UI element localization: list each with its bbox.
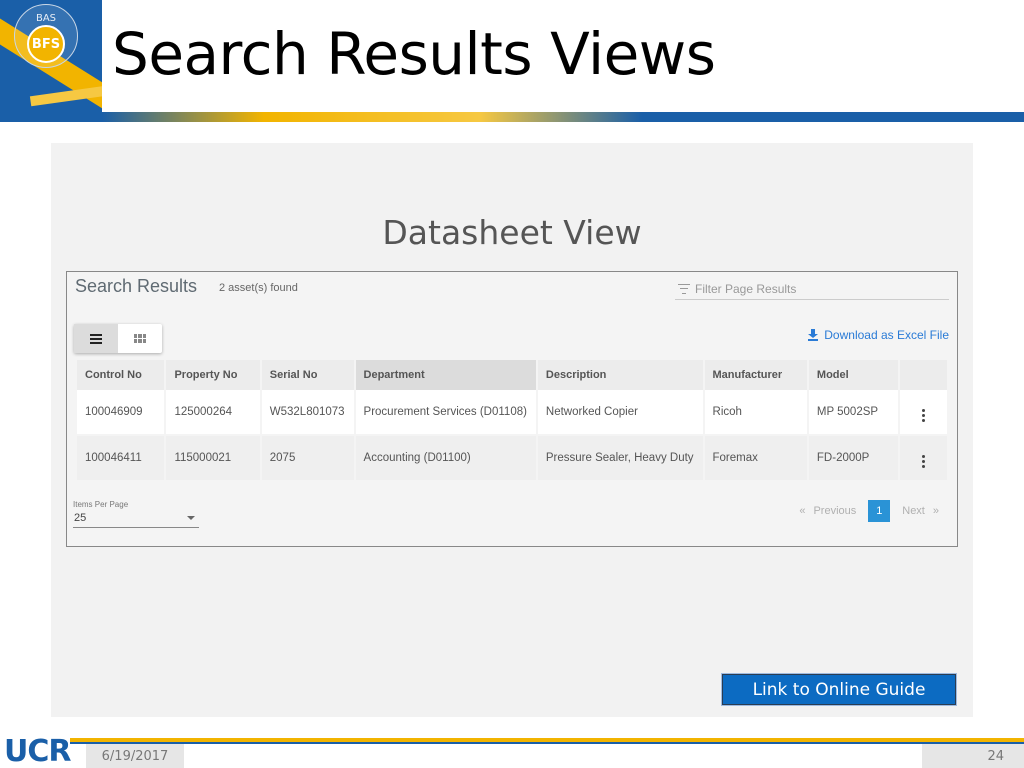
row-actions-cell — [899, 436, 947, 482]
column-header-department[interactable]: Department — [355, 360, 536, 390]
cell-property-no: 125000264 — [166, 390, 260, 436]
items-per-page-select[interactable]: 25 — [73, 512, 199, 528]
table-row[interactable]: 100046411 115000021 2075 Accounting (D01… — [77, 436, 947, 482]
column-header-control-no[interactable]: Control No — [77, 360, 165, 390]
more-options-icon[interactable] — [921, 408, 925, 422]
filter-input[interactable] — [695, 281, 935, 296]
search-results-screenshot: Search Results 2 asset(s) found Download… — [66, 271, 958, 547]
previous-page-button[interactable]: Previous — [813, 505, 856, 517]
items-per-page-label: Items Per Page — [73, 500, 129, 509]
footer-spacer — [184, 744, 922, 768]
datasheet-view-heading: Datasheet View — [382, 213, 642, 252]
download-excel-label: Download as Excel File — [824, 328, 949, 342]
logo-bas-text: BAS — [35, 13, 57, 24]
grid-view-button[interactable] — [118, 324, 162, 353]
filter-field[interactable] — [675, 278, 949, 300]
cell-control-no: 100046909 — [77, 390, 165, 436]
header-bar-accent — [102, 112, 642, 122]
download-excel-link[interactable]: Download as Excel File — [808, 328, 949, 342]
column-header-property-no[interactable]: Property No — [166, 360, 260, 390]
grid-icon — [134, 334, 146, 343]
ucr-logo: UCR — [4, 734, 71, 768]
logo-bfs-badge: BFS — [27, 25, 65, 63]
cell-serial-no: W532L801073 — [261, 390, 354, 436]
pagination: « Previous 1 Next » — [795, 500, 943, 522]
results-table: Control No Property No Serial No Departm… — [75, 360, 949, 482]
list-icon — [90, 333, 102, 344]
cell-serial-no: 2075 — [261, 436, 354, 482]
slide-number: 24 — [922, 744, 1024, 768]
cell-manufacturer: Ricoh — [704, 390, 807, 436]
logo-ring: BAS BFS — [14, 4, 78, 68]
cell-model: FD-2000P — [808, 436, 898, 482]
last-page-button[interactable]: » — [933, 505, 939, 517]
column-header-description[interactable]: Description — [537, 360, 703, 390]
bfs-logo: BAS BFS — [0, 0, 102, 112]
more-options-icon[interactable] — [921, 454, 925, 468]
cell-department: Accounting (D01100) — [355, 436, 536, 482]
first-page-button[interactable]: « — [799, 505, 805, 517]
row-actions-cell — [899, 390, 947, 436]
cell-description: Networked Copier — [537, 390, 703, 436]
online-guide-link[interactable]: Link to Online Guide — [722, 674, 956, 705]
next-page-button[interactable]: Next — [902, 505, 925, 517]
items-per-page-value: 25 — [74, 512, 87, 524]
table-row[interactable]: 100046909 125000264 W532L801073 Procurem… — [77, 390, 947, 436]
cell-manufacturer: Foremax — [704, 436, 807, 482]
cell-model: MP 5002SP — [808, 390, 898, 436]
list-view-button[interactable] — [74, 324, 118, 353]
download-icon — [808, 329, 819, 341]
column-header-serial-no[interactable]: Serial No — [261, 360, 354, 390]
column-header-model[interactable]: Model — [808, 360, 898, 390]
table-header-row: Control No Property No Serial No Departm… — [77, 360, 947, 390]
cell-control-no: 100046411 — [77, 436, 165, 482]
content-panel: Datasheet View Search Results 2 asset(s)… — [51, 143, 973, 717]
cell-department: Procurement Services (D01108) — [355, 390, 536, 436]
asset-count: 2 asset(s) found — [219, 282, 298, 294]
column-header-manufacturer[interactable]: Manufacturer — [704, 360, 807, 390]
cell-property-no: 115000021 — [166, 436, 260, 482]
current-page-button[interactable]: 1 — [868, 500, 891, 522]
slide-title: Search Results Views — [112, 20, 716, 88]
filter-icon — [677, 283, 691, 294]
view-toggle — [74, 324, 162, 353]
cell-description: Pressure Sealer, Heavy Duty — [537, 436, 703, 482]
search-results-title: Search Results — [75, 276, 198, 296]
footer-date: 6/19/2017 — [86, 744, 184, 768]
column-header-actions — [899, 360, 947, 390]
caret-down-icon — [187, 516, 195, 520]
